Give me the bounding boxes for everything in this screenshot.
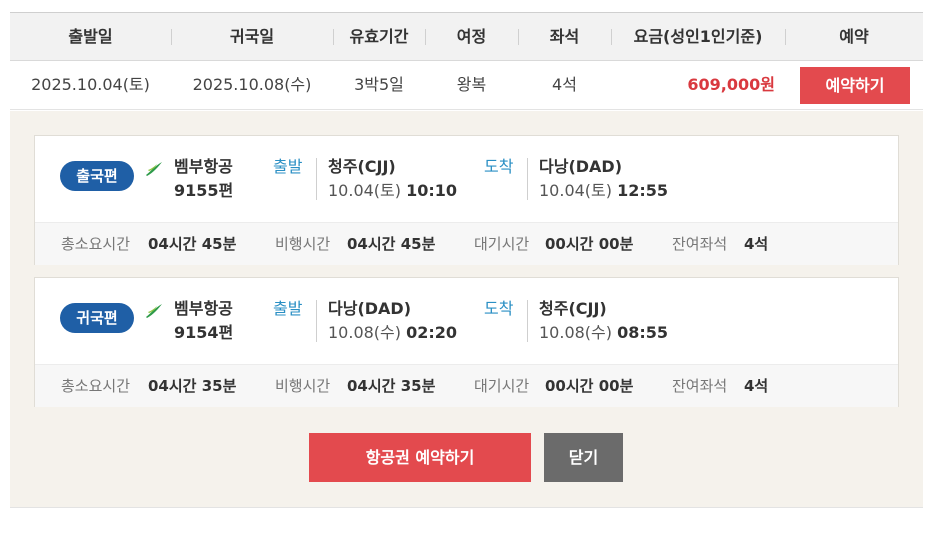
depart-datetime: 10.04(토) 10:10 (328, 180, 457, 202)
header-seats: 좌석 (549, 27, 580, 46)
total-time-label: 총소요시간 (61, 377, 131, 395)
depart-date: 10.08(수) (328, 323, 402, 342)
header-reserve: 예약 (839, 27, 869, 46)
header-itinerary: 여정 (456, 27, 487, 46)
flight-number: 9154편 (174, 323, 234, 342)
remaining-seats-label: 잔여좌석 (672, 235, 728, 253)
wait-time-label: 대기시간 (474, 235, 530, 253)
book-ticket-button[interactable]: 항공권 예약하기 (309, 433, 531, 482)
flight-info-bar: 총소요시간 04시간 35분 비행시간 04시간 35분 대기시간 00시간 0… (35, 364, 898, 407)
wait-time-value: 00시간 00분 (545, 235, 634, 253)
arrive-airport: 다낭(DAD) (539, 157, 623, 176)
flight-summary: 출국편 벰부항공 9155편 출발 청주(CJJ) 10.04(토) 10:10… (35, 136, 898, 222)
arrive-airport: 청주(CJJ) (539, 299, 607, 318)
flight-time-value: 04시간 45분 (347, 235, 436, 253)
cell-fare: 609,000원 (687, 75, 775, 94)
arrive-datetime: 10.08(수) 08:55 (539, 322, 668, 344)
reserve-button[interactable]: 예약하기 (800, 67, 910, 104)
remaining-seats-value: 4석 (744, 235, 769, 253)
cell-validity: 3박5일 (354, 75, 404, 94)
flight-info-bar: 총소요시간 04시간 45분 비행시간 04시간 45분 대기시간 00시간 0… (35, 222, 898, 265)
inbound-flight-card: 귀국편 벰부항공 9154편 출발 다낭(DAD) 10.08(수) 02:20… (34, 277, 899, 407)
cell-seats: 4석 (552, 75, 577, 94)
remaining-seats-label: 잔여좌석 (672, 377, 728, 395)
cell-return-date: 2025.10.08(수) (192, 75, 312, 94)
flight-time-value: 04시간 35분 (347, 377, 436, 395)
total-time-value: 04시간 35분 (148, 377, 237, 395)
wait-time-value: 00시간 00분 (545, 377, 634, 395)
remaining-seats-value: 4석 (744, 377, 769, 395)
arrive-date: 10.08(수) (539, 323, 613, 342)
header-fare: 요금(성인1인기준) (633, 27, 763, 46)
outbound-badge: 출국편 (60, 161, 134, 191)
arrive-datetime: 10.04(토) 12:55 (539, 180, 668, 202)
divider (527, 300, 528, 342)
depart-time: 10:10 (406, 181, 458, 200)
total-time-label: 총소요시간 (61, 235, 131, 253)
table-header: 출발일 귀국일 유효기간 여정 좌석 요금(성인1인기준) 예약 (10, 12, 923, 61)
arrive-label: 도착 (484, 157, 514, 176)
table-row: 2025.10.04(토) 2025.10.08(수) 3박5일 왕복 4석 6… (10, 61, 923, 110)
cell-itinerary: 왕복 (456, 75, 487, 94)
depart-airport: 다낭(DAD) (328, 299, 412, 318)
flight-time-label: 비행시간 (275, 377, 331, 395)
airline-name: 벰부항공 (174, 299, 233, 318)
divider (527, 158, 528, 200)
depart-label: 출발 (273, 299, 303, 318)
flight-number: 9155편 (174, 181, 234, 200)
wait-time-label: 대기시간 (474, 377, 530, 395)
flight-detail-panel: 출국편 벰부항공 9155편 출발 청주(CJJ) 10.04(토) 10:10… (10, 111, 923, 508)
depart-datetime: 10.08(수) 02:20 (328, 322, 457, 344)
outbound-flight-card: 출국편 벰부항공 9155편 출발 청주(CJJ) 10.04(토) 10:10… (34, 135, 899, 265)
flight-summary: 귀국편 벰부항공 9154편 출발 다낭(DAD) 10.08(수) 02:20… (35, 278, 898, 364)
depart-time: 02:20 (406, 323, 458, 342)
header-return-date: 귀국일 (229, 27, 275, 46)
arrive-label: 도착 (484, 299, 514, 318)
arrive-time: 12:55 (617, 181, 669, 200)
divider (316, 158, 317, 200)
flight-time-label: 비행시간 (275, 235, 331, 253)
close-button[interactable]: 닫기 (544, 433, 623, 482)
header-validity: 유효기간 (349, 27, 409, 46)
total-time-value: 04시간 45분 (148, 235, 237, 253)
arrive-date: 10.04(토) (539, 181, 613, 200)
arrive-time: 08:55 (617, 323, 669, 342)
airline-name: 벰부항공 (174, 157, 233, 176)
depart-airport: 청주(CJJ) (328, 157, 396, 176)
depart-label: 출발 (273, 157, 303, 176)
header-departure-date: 출발일 (68, 27, 113, 46)
inbound-badge: 귀국편 (60, 303, 134, 333)
divider (316, 300, 317, 342)
cell-departure-date: 2025.10.04(토) (31, 75, 150, 94)
airline-logo-icon (146, 304, 162, 318)
depart-date: 10.04(토) (328, 181, 402, 200)
airline-logo-icon (146, 162, 162, 176)
